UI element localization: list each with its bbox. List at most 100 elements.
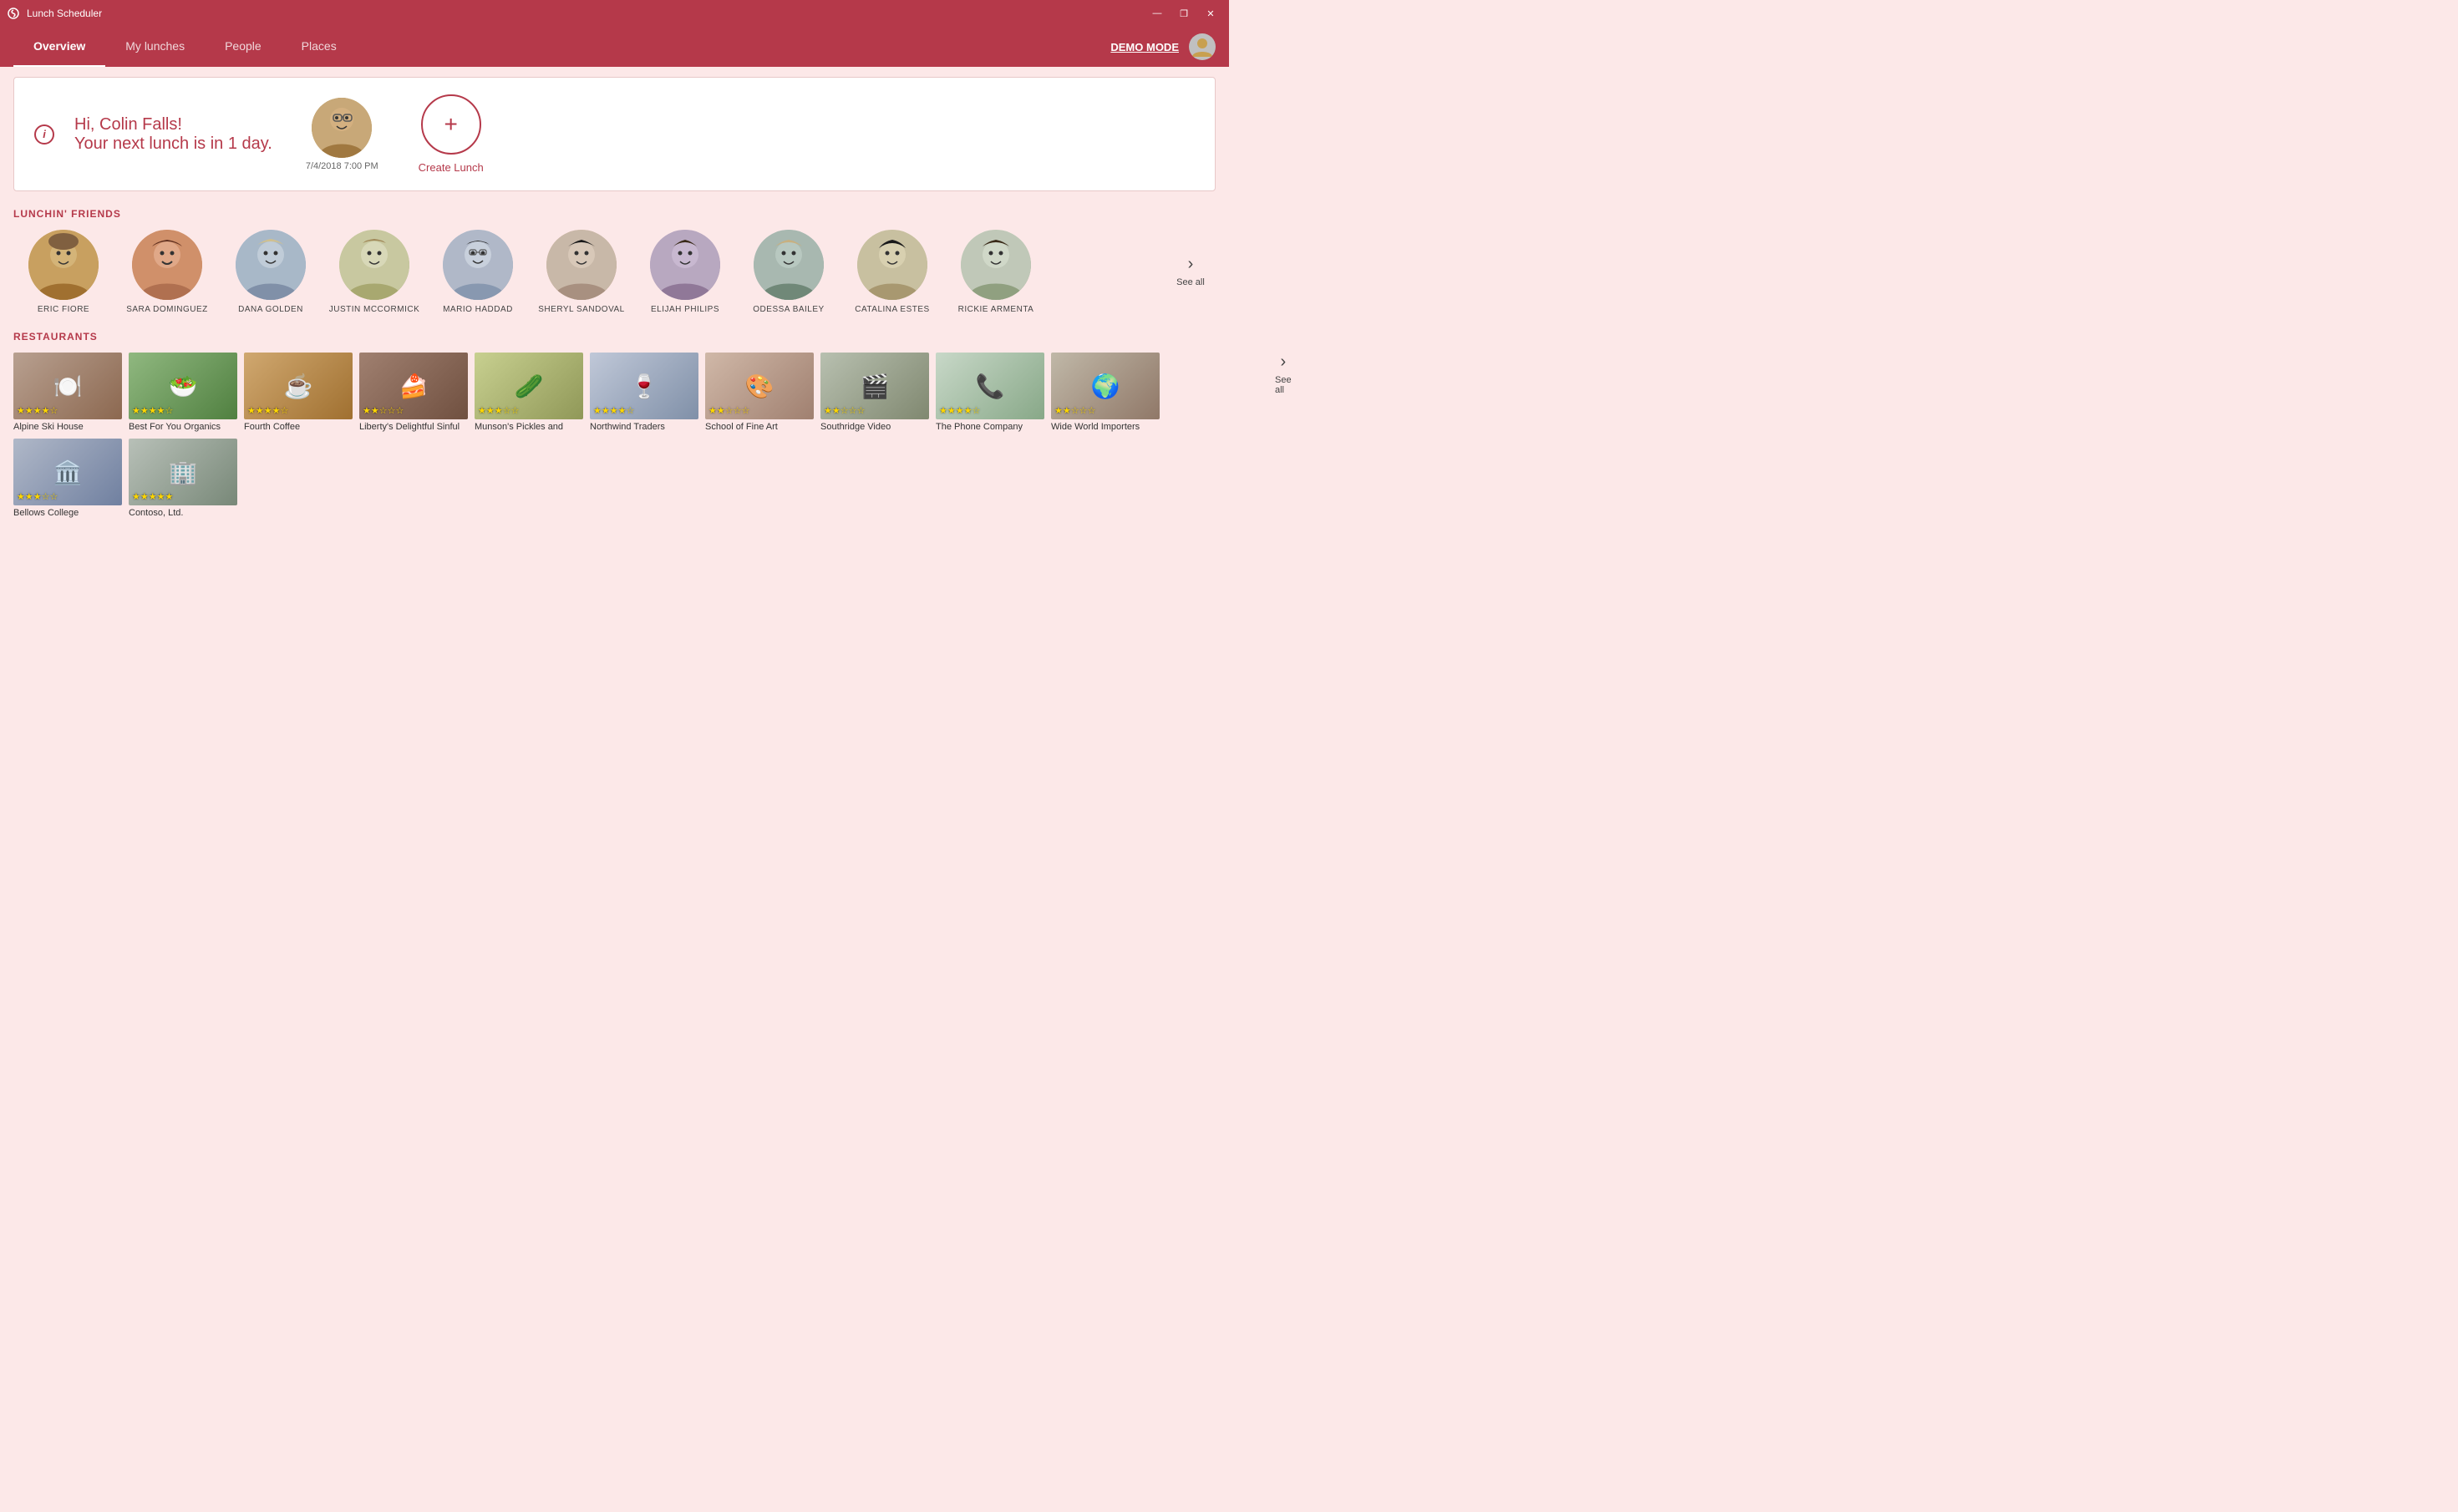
restaurant-stars: ★★★★★ bbox=[132, 491, 173, 502]
friend-photo bbox=[961, 230, 1031, 300]
greeting: Hi, Colin Falls! bbox=[74, 115, 272, 134]
restaurant-item[interactable]: 📞 ★★★★☆ The Phone Company bbox=[936, 353, 1044, 432]
restaurant-name: Munson's Pickles and bbox=[475, 422, 583, 432]
friend-photo bbox=[546, 230, 617, 300]
friend-avatar bbox=[236, 230, 306, 300]
restaurants-section: RESTAURANTS 🍽️ ★★★★☆ Alpine Ski House 🥗 bbox=[13, 331, 1216, 518]
tab-people[interactable]: People bbox=[205, 27, 282, 67]
restaurant-name: Fourth Coffee bbox=[244, 422, 353, 432]
user-avatar-nav[interactable] bbox=[1189, 33, 1216, 60]
restaurant-stars: ★★★★☆ bbox=[132, 405, 173, 416]
restaurant-thumbnail: 🍽️ ★★★★☆ bbox=[13, 353, 122, 419]
restaurants-all-rows: 🍽️ ★★★★☆ Alpine Ski House 🥗 ★★★★☆ Best F… bbox=[13, 353, 1275, 518]
friend-item[interactable]: ODESSA BAILEY bbox=[739, 230, 839, 314]
restaurants-see-all-button[interactable]: › See all bbox=[1275, 353, 1292, 437]
restaurant-thumbnail: 🏛️ ★★★☆☆ bbox=[13, 439, 122, 505]
user-date: 7/4/2018 7:00 PM bbox=[306, 161, 378, 171]
restaurant-name: Alpine Ski House bbox=[13, 422, 122, 432]
restaurant-thumbnail: 🥗 ★★★★☆ bbox=[129, 353, 237, 419]
friend-name: MARIO HADDAD bbox=[443, 305, 513, 314]
friend-item[interactable]: RICKIE ARMENTA bbox=[946, 230, 1046, 314]
user-avatar-icon bbox=[1189, 33, 1216, 60]
friend-name: SHERYL SANDOVAL bbox=[538, 305, 624, 314]
create-lunch-label: Create Lunch bbox=[419, 161, 484, 174]
restaurant-thumbnail: 🎬 ★★☆☆☆ bbox=[820, 353, 929, 419]
restaurant-stars: ★★☆☆☆ bbox=[1054, 405, 1095, 416]
minimize-button[interactable]: — bbox=[1145, 4, 1169, 23]
restaurant-item[interactable]: 🍰 ★★☆☆☆ Liberty's Delightful Sinful bbox=[359, 353, 468, 432]
restaurant-item[interactable]: 🍽️ ★★★★☆ Alpine Ski House bbox=[13, 353, 122, 432]
restaurants-row1: 🍽️ ★★★★☆ Alpine Ski House 🥗 ★★★★☆ Best F… bbox=[13, 353, 1275, 432]
restaurant-name: Liberty's Delightful Sinful bbox=[359, 422, 468, 432]
close-button[interactable]: ✕ bbox=[1199, 4, 1222, 23]
restaurant-stars: ★★★☆☆ bbox=[478, 405, 519, 416]
tab-my-lunches[interactable]: My lunches bbox=[105, 27, 205, 67]
friend-name: ELIJAH PHILIPS bbox=[651, 305, 719, 314]
create-lunch-icon: + bbox=[421, 94, 481, 155]
restaurant-item[interactable]: 🥒 ★★★☆☆ Munson's Pickles and bbox=[475, 353, 583, 432]
friend-photo bbox=[443, 230, 513, 300]
restaurant-name: Contoso, Ltd. bbox=[129, 508, 237, 518]
friend-item[interactable]: DANA GOLDEN bbox=[221, 230, 321, 314]
friend-item[interactable]: JUSTIN MCCORMICK bbox=[324, 230, 424, 314]
restaurant-thumbnail: ☕ ★★★★☆ bbox=[244, 353, 353, 419]
restaurant-thumbnail: 🥒 ★★★☆☆ bbox=[475, 353, 583, 419]
friend-name: DANA GOLDEN bbox=[238, 305, 303, 314]
app-logo-icon bbox=[7, 7, 20, 20]
friend-item[interactable]: SARA DOMINGUEZ bbox=[117, 230, 217, 314]
friend-item[interactable]: MARIO HADDAD bbox=[428, 230, 528, 314]
restaurant-name: School of Fine Art bbox=[705, 422, 814, 432]
friend-photo bbox=[754, 230, 824, 300]
friend-avatar bbox=[132, 230, 202, 300]
friend-name: JUSTIN MCCORMICK bbox=[329, 305, 420, 314]
friends-see-all-button[interactable]: › See all bbox=[1166, 230, 1216, 287]
restore-button[interactable]: ❐ bbox=[1172, 4, 1196, 23]
restaurant-item[interactable]: 🍷 ★★★★☆ Northwind Traders bbox=[590, 353, 698, 432]
friend-photo bbox=[339, 230, 409, 300]
restaurant-stars: ★★★★☆ bbox=[17, 405, 58, 416]
friend-item[interactable]: CATALINA ESTES bbox=[842, 230, 942, 314]
welcome-card: i Hi, Colin Falls! Your next lunch is in… bbox=[13, 77, 1216, 191]
restaurant-item[interactable]: ☕ ★★★★☆ Fourth Coffee bbox=[244, 353, 353, 432]
friend-item[interactable]: SHERYL SANDOVAL bbox=[531, 230, 632, 314]
restaurant-thumbnail: 📞 ★★★★☆ bbox=[936, 353, 1044, 419]
friend-avatar bbox=[961, 230, 1031, 300]
restaurant-item[interactable]: 🎬 ★★☆☆☆ Southridge Video bbox=[820, 353, 929, 432]
friend-name: SARA DOMINGUEZ bbox=[126, 305, 208, 314]
user-photo-container: 7/4/2018 7:00 PM bbox=[306, 98, 378, 171]
friends-list: ERIC FIORE SARA DO bbox=[13, 230, 1166, 314]
restaurant-stars: ★★★★☆ bbox=[247, 405, 288, 416]
restaurant-stars: ★★★☆☆ bbox=[17, 491, 58, 502]
friend-avatar bbox=[28, 230, 99, 300]
restaurant-name: Southridge Video bbox=[820, 422, 929, 432]
restaurant-thumbnail: 🌍 ★★☆☆☆ bbox=[1051, 353, 1160, 419]
navbar: Overview My lunches People Places DEMO M… bbox=[0, 27, 1229, 67]
create-lunch-button[interactable]: + Create Lunch bbox=[419, 94, 484, 174]
friends-section: LUNCHIN' FRIENDS bbox=[13, 208, 1216, 314]
nav-right: DEMO MODE bbox=[1110, 27, 1216, 67]
friend-item[interactable]: ERIC FIORE bbox=[13, 230, 114, 314]
titlebar: Lunch Scheduler — ❐ ✕ bbox=[0, 0, 1229, 27]
info-icon: i bbox=[34, 124, 54, 145]
restaurant-item[interactable]: 🥗 ★★★★☆ Best For You Organics bbox=[129, 353, 237, 432]
restaurant-thumbnail: 🍰 ★★☆☆☆ bbox=[359, 353, 468, 419]
friend-name: CATALINA ESTES bbox=[855, 305, 929, 314]
tab-overview[interactable]: Overview bbox=[13, 27, 105, 67]
tab-places[interactable]: Places bbox=[282, 27, 357, 67]
restaurant-item[interactable]: 🎨 ★★☆☆☆ School of Fine Art bbox=[705, 353, 814, 432]
app-title: Lunch Scheduler bbox=[27, 8, 102, 19]
restaurant-item[interactable]: 🌍 ★★☆☆☆ Wide World Importers bbox=[1051, 353, 1160, 432]
restaurant-item[interactable]: 🏛️ ★★★☆☆ Bellows College bbox=[13, 439, 122, 518]
friends-section-title: LUNCHIN' FRIENDS bbox=[13, 208, 1216, 220]
main-content: i Hi, Colin Falls! Your next lunch is in… bbox=[0, 67, 1229, 528]
friend-item[interactable]: ELIJAH PHILIPS bbox=[635, 230, 735, 314]
restaurant-item[interactable]: 🏢 ★★★★★ Contoso, Ltd. bbox=[129, 439, 237, 518]
demo-mode-button[interactable]: DEMO MODE bbox=[1110, 41, 1179, 53]
restaurants-grid-wrapper: 🍽️ ★★★★☆ Alpine Ski House 🥗 ★★★★☆ Best F… bbox=[13, 353, 1216, 518]
friend-avatar bbox=[857, 230, 927, 300]
restaurant-stars: ★★★★☆ bbox=[939, 405, 980, 416]
restaurant-thumbnail: 🏢 ★★★★★ bbox=[129, 439, 237, 505]
friend-name: ODESSA BAILEY bbox=[753, 305, 824, 314]
friend-photo bbox=[650, 230, 720, 300]
chevron-right-icon: › bbox=[1280, 353, 1286, 372]
